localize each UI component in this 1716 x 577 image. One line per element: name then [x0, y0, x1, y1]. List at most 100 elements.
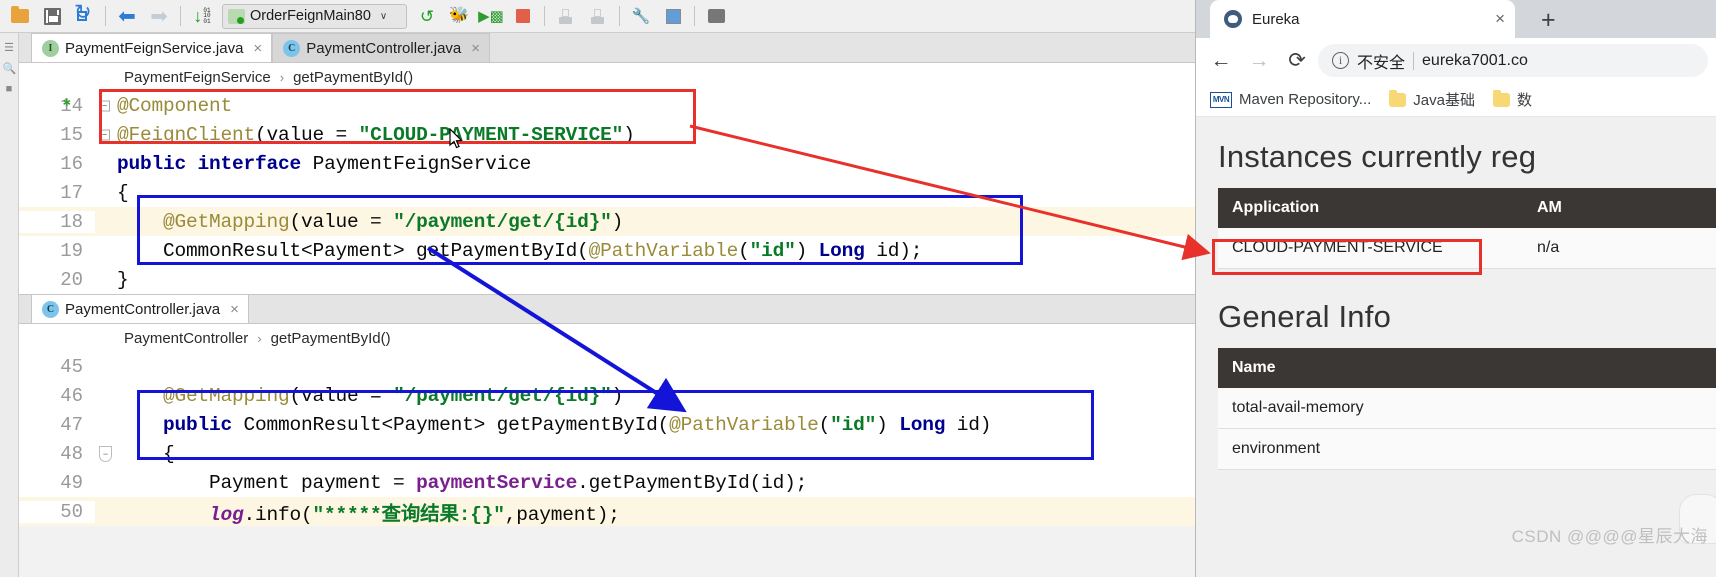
browser-toolbar: ← → ⟳ i 不安全 eureka7001.co — [1196, 38, 1716, 83]
fold-gutter[interactable] — [95, 468, 117, 497]
step-into-icon[interactable] — [583, 3, 613, 29]
code-line[interactable]: 19 CommonResult<Payment> getPaymentById(… — [19, 236, 1195, 265]
close-icon[interactable]: × — [1495, 9, 1505, 29]
fold-collapse-icon[interactable]: − — [99, 129, 110, 140]
bookmark-shu[interactable]: 数 — [1493, 89, 1532, 110]
fold-gutter[interactable]: − — [95, 439, 117, 468]
bookmark-icon[interactable]: ■ — [3, 83, 16, 96]
tab-label: PaymentController.java — [306, 40, 461, 57]
forward-icon[interactable]: ➡ — [144, 3, 174, 29]
code-text: @FeignClient(value = "CLOUD-PAYMENT-SERV… — [117, 124, 635, 146]
deploy-icon[interactable] — [701, 3, 731, 29]
column-header-application: Application — [1218, 188, 1523, 228]
breadcrumb-method[interactable]: getPaymentById() — [271, 330, 391, 347]
ide-toolbar: ⬅ ➡ ↓ 011001 OrderFeignMain80 ∨ ↺ 🐝 ▶▩ 🔧 — [0, 0, 1195, 33]
stop-icon[interactable] — [508, 3, 538, 29]
code-text: { — [117, 443, 175, 465]
search-icon[interactable]: 🔍 — [3, 62, 16, 75]
browser-tab-strip: Eureka × + — [1196, 0, 1716, 38]
compile-icon[interactable]: ↓ 011001 — [187, 3, 217, 29]
browser-tab-eureka[interactable]: Eureka × — [1210, 0, 1515, 38]
tab-payment-controller[interactable]: C PaymentController.java × — [272, 33, 490, 62]
structure-icon[interactable]: ☰ — [3, 41, 16, 54]
interface-badge-icon: I — [42, 40, 59, 57]
breadcrumb-separator-icon: › — [280, 70, 284, 85]
sync-icon[interactable] — [69, 3, 99, 29]
fold-collapse-icon[interactable]: − — [99, 446, 112, 462]
breadcrumb-class[interactable]: PaymentFeignService — [124, 69, 271, 86]
code-line[interactable]: 49 Payment payment = paymentService.getP… — [19, 468, 1195, 497]
fold-gutter[interactable] — [95, 352, 117, 381]
fold-collapse-icon[interactable]: − — [99, 100, 110, 111]
code-line[interactable]: 46 @GetMapping(value = "/payment/get/{id… — [19, 381, 1195, 410]
code-line[interactable]: 17{ — [19, 178, 1195, 207]
toolbar-divider-4 — [619, 6, 620, 26]
fold-gutter[interactable] — [95, 410, 117, 439]
close-icon[interactable]: × — [253, 40, 262, 57]
cell-application-name[interactable]: CLOUD-PAYMENT-SERVICE — [1218, 228, 1523, 269]
code-text: public CommonResult<Payment> getPaymentB… — [117, 414, 991, 436]
code-line[interactable]: 18 @GetMapping(value = "/payment/get/{id… — [19, 207, 1195, 236]
line-number: 15 — [19, 124, 95, 146]
coverage-icon[interactable]: ▶▩ — [476, 3, 506, 29]
fold-gutter[interactable] — [95, 236, 117, 265]
new-tab-icon[interactable]: + — [1541, 6, 1556, 35]
reload-icon[interactable]: ⟳ — [1280, 44, 1314, 78]
code-editor-top[interactable]: 14✱−@Component15−@FeignClient(value = "C… — [19, 91, 1195, 294]
fold-gutter[interactable] — [95, 149, 117, 178]
tab-payment-feign-service[interactable]: I PaymentFeignService.java × — [31, 33, 272, 62]
breadcrumb-class[interactable]: PaymentController — [124, 330, 248, 347]
line-number: 17 — [19, 182, 95, 204]
fold-gutter[interactable] — [95, 178, 117, 207]
code-line[interactable]: 47 public CommonResult<Payment> getPayme… — [19, 410, 1195, 439]
address-bar[interactable]: i 不安全 eureka7001.co — [1318, 44, 1708, 77]
tab-payment-controller-lower[interactable]: C PaymentController.java × — [31, 294, 249, 323]
save-all-icon[interactable] — [37, 3, 67, 29]
open-folder-icon[interactable] — [5, 3, 35, 29]
bookmarks-bar: MVN Maven Repository... Java基础 数 — [1196, 83, 1716, 117]
line-number: 50 — [19, 501, 95, 523]
fold-gutter[interactable]: − — [95, 91, 117, 120]
forward-icon[interactable]: → — [1242, 44, 1276, 78]
line-number: 20 — [19, 269, 95, 291]
step-over-icon[interactable] — [551, 3, 581, 29]
code-line[interactable]: 15−@FeignClient(value = "CLOUD-PAYMENT-S… — [19, 120, 1195, 149]
back-icon[interactable]: ← — [1204, 44, 1238, 78]
info-icon[interactable]: i — [1332, 52, 1349, 69]
debug-icon[interactable]: 🐝 — [444, 3, 474, 29]
settings-wrench-icon[interactable]: 🔧 — [626, 3, 656, 29]
general-info-heading: General Info — [1218, 299, 1716, 335]
bookmark-label: Maven Repository... — [1239, 91, 1371, 108]
fold-gutter[interactable] — [95, 207, 117, 236]
code-line[interactable]: 48− { — [19, 439, 1195, 468]
code-line[interactable]: 16public interface PaymentFeignService — [19, 149, 1195, 178]
bookmark-java-basics[interactable]: Java基础 — [1389, 89, 1475, 110]
mvn-icon: MVN — [1210, 92, 1232, 108]
toolbar-divider-1 — [105, 6, 106, 26]
code-editor-lower[interactable]: 4546 @GetMapping(value = "/payment/get/{… — [19, 352, 1195, 526]
column-header-amis: AM — [1523, 188, 1716, 228]
bean-marker-icon[interactable]: ✱ — [63, 95, 71, 110]
close-icon[interactable]: × — [471, 40, 480, 57]
chevron-down-icon[interactable]: ∨ — [380, 11, 387, 22]
fold-gutter[interactable]: − — [95, 120, 117, 149]
code-line[interactable]: 45 — [19, 352, 1195, 381]
rerun-icon[interactable]: ↺ — [412, 3, 442, 29]
code-line[interactable]: 20} — [19, 265, 1195, 294]
code-line[interactable]: 14✱−@Component — [19, 91, 1195, 120]
tab-label: PaymentController.java — [65, 301, 220, 318]
class-badge-icon: C — [42, 301, 59, 318]
run-config-label: OrderFeignMain80 — [250, 8, 371, 24]
code-line[interactable]: 50 log.info("*****查询结果:{}",payment); — [19, 497, 1195, 526]
close-icon[interactable]: × — [230, 301, 239, 318]
back-icon[interactable]: ⬅ — [112, 3, 142, 29]
instances-heading: Instances currently reg — [1218, 139, 1716, 175]
bookmark-maven-repository[interactable]: MVN Maven Repository... — [1210, 91, 1371, 108]
run-configuration-selector[interactable]: OrderFeignMain80 ∨ — [222, 4, 407, 29]
fold-gutter[interactable] — [95, 497, 117, 526]
fold-gutter[interactable] — [95, 381, 117, 410]
breadcrumb-method[interactable]: getPaymentById() — [293, 69, 413, 86]
database-icon[interactable] — [658, 3, 688, 29]
fold-gutter[interactable] — [95, 265, 117, 294]
eureka-favicon — [1224, 10, 1242, 28]
